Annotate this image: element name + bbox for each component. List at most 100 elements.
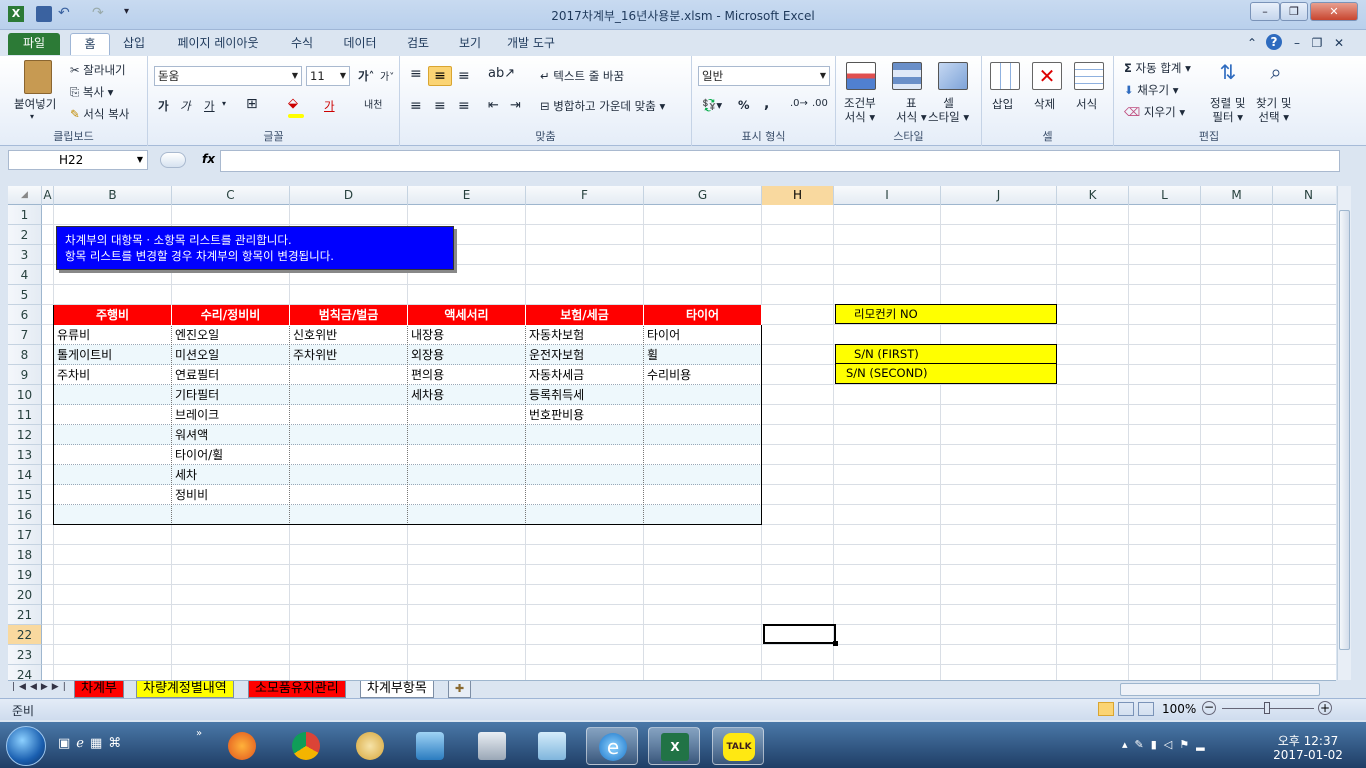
remote-key-box[interactable]: 리모컨키 NO [835,304,1057,324]
decrease-indent-icon[interactable]: ⇤ [488,98,499,113]
sheet-tab-1[interactable]: 차량계정별내역 [136,681,234,698]
underline-button[interactable]: 가 [204,98,215,114]
start-button[interactable] [6,726,46,766]
find-select-button[interactable]: 찾기 및 선택 ▾ [1256,96,1291,124]
zoom-slider-thumb[interactable] [1264,702,1270,714]
fill-color-icon[interactable]: ⬙ [288,96,298,111]
normal-view-icon[interactable] [1098,702,1114,716]
tab-home[interactable]: 홈 [70,33,110,55]
workbook-minimize-icon[interactable]: – [1290,33,1304,55]
sort-filter-icon[interactable]: ⇅ [1212,60,1244,90]
table-cell[interactable]: 내장용 [408,325,526,345]
close-button[interactable]: ✕ [1310,2,1358,21]
zoom-level[interactable]: 100% [1162,702,1196,716]
table-cell[interactable]: 정비비 [172,485,290,505]
serial-first-box[interactable]: S/N (FIRST) [835,344,1057,364]
minimize-ribbon-icon[interactable]: ⌃ [1244,33,1260,55]
name-box[interactable]: H22 ▼ [8,150,148,170]
format-as-table-button[interactable]: 표 서식 ▾ [896,96,927,124]
chrome-taskbar[interactable] [280,727,332,765]
tab-data[interactable]: 데이터 [336,33,384,55]
format-as-table-icon[interactable] [892,62,922,90]
italic-button[interactable]: 가 [180,98,191,114]
kakaotalk-taskbar[interactable]: TALK [712,727,764,765]
delete-cells-button[interactable]: 삭제 [1034,96,1055,112]
spreadsheet-grid[interactable]: ◢ ABCDEFGHIJKLMN 1 2 3 4 5 6 7 8 9 10 11 12 13 14 15 16… [8,186,1336,680]
format-painter-button[interactable]: ✎ 서식 복사 [70,106,129,122]
tab-developer[interactable]: 개발 도구 [504,33,558,55]
sheet-tab-2[interactable]: 소모품유지관리 [248,681,346,698]
calculator-taskbar[interactable] [466,727,518,765]
table-cell[interactable]: 편의용 [408,365,526,385]
workbook-restore-icon[interactable]: ❐ [1310,33,1324,55]
font-size-combo[interactable]: 11 ▼ [306,66,350,86]
tray-icons[interactable]: ▴✎▮◁⚑▂ [1122,738,1212,751]
format-cells-icon[interactable] [1074,62,1104,90]
table-cell[interactable]: 타이어/휠 [172,445,290,465]
number-format-combo[interactable]: 일반 ▼ [698,66,830,86]
table-cell[interactable]: 기타필터 [172,385,290,405]
table-cell[interactable]: 외장용 [408,345,526,365]
sheet-nav-arrows-icon[interactable]: |◀◀▶▶| [12,682,70,692]
paste-icon[interactable] [24,60,52,94]
table-cell[interactable]: 자동차보험 [526,325,644,345]
align-bottom-icon[interactable]: ≡ [458,68,470,84]
paste-button[interactable]: 붙여넣기 [14,96,56,112]
phonetic-icon[interactable]: 내천 [364,96,382,111]
conditional-format-icon[interactable] [846,62,876,90]
workbook-close-icon[interactable]: ✕ [1332,33,1346,55]
active-cell-cursor[interactable] [763,624,836,644]
align-middle-icon[interactable]: ≡ [428,66,452,86]
table-cell[interactable]: 엔진오일 [172,325,290,345]
table-header-cell[interactable]: 보험/세금 [526,305,644,325]
table-cell[interactable]: 운전자보험 [526,345,644,365]
insert-cells-icon[interactable] [990,62,1020,90]
sort-filter-button[interactable]: 정렬 및 필터 ▾ [1210,96,1245,124]
restore-button[interactable]: ❐ [1280,2,1308,21]
ie-taskbar[interactable]: e [586,727,638,765]
fill-handle[interactable] [833,641,838,646]
font-name-combo[interactable]: 돋움 ▼ [154,66,302,86]
align-right-icon[interactable]: ≡ [458,98,470,114]
table-cell[interactable]: 신호위반 [290,325,408,345]
clock-time[interactable]: 오후 12:37 [1268,732,1348,749]
sheet-tab-3[interactable]: 차계부항목 [360,681,434,698]
quicklaunch-expand-icon[interactable]: » [196,728,202,739]
table-cell[interactable]: 세차 [172,465,290,485]
table-cell[interactable]: 브레이크 [172,405,290,425]
conditional-format-button[interactable]: 조건부 서식 ▾ [844,96,876,124]
quicklaunch-icons[interactable]: ▣ℯ▦⌘ [58,736,127,751]
percent-button[interactable]: % [738,98,750,112]
border-icon[interactable]: ⊞ [246,96,258,112]
decrease-decimal-icon[interactable]: .00 [812,98,828,109]
grow-font-button[interactable]: 가˄ [358,68,374,84]
table-cell[interactable]: 등록취득세 [526,385,644,405]
excel-taskbar[interactable]: X [648,727,700,765]
firefox-taskbar[interactable] [216,727,268,765]
notes-taskbar[interactable] [526,727,578,765]
table-cell[interactable]: 주차비 [54,365,172,385]
table-cell[interactable]: 워셔액 [172,425,290,445]
table-header-cell[interactable]: 타이어 [644,305,762,325]
bold-button[interactable]: 가 [158,98,169,114]
tab-review[interactable]: 검토 [400,33,436,55]
formula-input[interactable] [220,150,1340,172]
align-top-icon[interactable]: ≡ [410,66,422,82]
tab-formulas[interactable]: 수식 [284,33,320,55]
wrap-text-button[interactable]: ↵ 텍스트 줄 바꿈 [540,68,624,84]
minimize-button[interactable]: – [1250,2,1280,21]
table-header-cell[interactable]: 액세서리 [408,305,526,325]
serial-second-box[interactable]: S/N (SECOND) [835,364,1057,384]
new-sheet-icon[interactable]: ✚ [448,681,472,698]
orientation-icon[interactable]: ab↗ [488,66,515,81]
binoculars-icon[interactable]: ⌕ [1260,60,1292,90]
table-cell[interactable]: 주차위반 [290,345,408,365]
table-cell[interactable]: 연료필터 [172,365,290,385]
insert-cells-button[interactable]: 삽입 [992,96,1013,112]
table-header-cell[interactable]: 범칙금/벌금 [290,305,408,325]
cell-styles-icon[interactable] [938,62,968,90]
delete-cells-icon[interactable]: ✕ [1032,62,1062,90]
paste-dropdown-icon[interactable]: ▾ [30,112,34,121]
table-cell[interactable]: 타이어 [644,325,762,345]
increase-decimal-icon[interactable]: .0→ [790,98,808,109]
